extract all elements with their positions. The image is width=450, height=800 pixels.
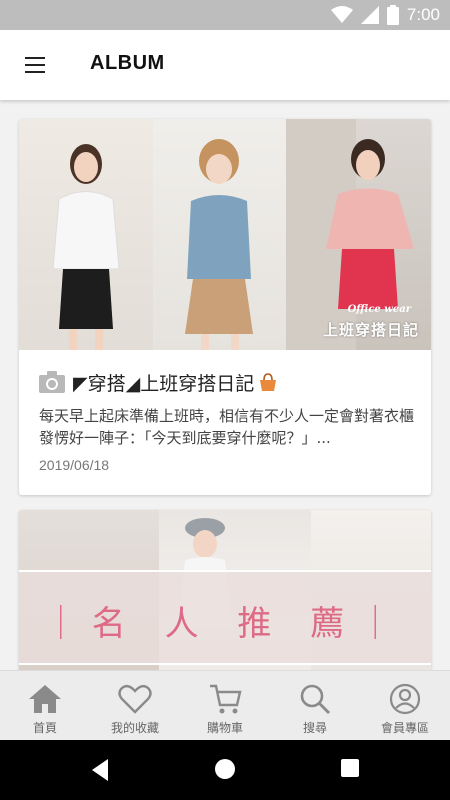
photo-panel-3: Office wear 上班穿搭日記 (286, 119, 431, 350)
hamburger-menu-icon[interactable] (18, 50, 52, 80)
album-card[interactable]: ｜名 人 推 薦｜ (19, 510, 431, 670)
photo-panel-2 (153, 119, 286, 350)
bottom-nav: 首頁 我的收藏 購物車 搜尋 會員專區 (0, 670, 450, 740)
nav-label: 會員專區 (380, 721, 429, 735)
status-icons: 7:00 (330, 4, 440, 26)
signal-icon (360, 6, 379, 24)
handbag-icon (260, 373, 277, 391)
status-time: 7:00 (406, 5, 440, 24)
nav-account[interactable]: 會員專區 (360, 671, 450, 740)
account-icon (389, 683, 421, 715)
card-title-row[interactable]: ◤穿搭◢上班穿搭日記 (39, 369, 419, 395)
album-cover-image[interactable]: Office wear 上班穿搭日記 (19, 119, 431, 350)
overlay-text: ｜名 人 推 薦｜ (43, 604, 407, 644)
album-list[interactable]: Office wear 上班穿搭日記 ◤穿搭◢上班穿搭日記 每天早上起床準備上班… (0, 100, 450, 670)
recents-icon[interactable] (340, 758, 360, 778)
heart-icon (118, 684, 152, 714)
overlay-small-text: Office wear (347, 304, 411, 315)
nav-home[interactable]: 首頁 (0, 671, 90, 740)
home-icon (29, 685, 61, 713)
battery-icon (386, 5, 399, 25)
nav-favorites[interactable]: 我的收藏 (90, 671, 180, 740)
card-title: ◤穿搭◢上班穿搭日記 (73, 372, 255, 395)
nav-label: 搜尋 (302, 721, 327, 735)
app-bar: ALBUM (0, 30, 450, 100)
camera-icon (39, 371, 65, 393)
app-screen: 7:00 ALBUM Office wear 上班穿搭日記 ◤穿搭◢上班穿搭日記… (0, 0, 450, 800)
card-date: 2019/06/18 (39, 457, 110, 473)
home-button-icon[interactable] (214, 758, 236, 780)
nav-cart[interactable]: 購物車 (180, 671, 270, 740)
nav-search[interactable]: 搜尋 (270, 671, 360, 740)
back-icon[interactable] (90, 758, 110, 782)
page-title: ALBUM (90, 52, 165, 74)
album-cover-image[interactable]: ｜名 人 推 薦｜ (19, 510, 431, 670)
wifi-icon (330, 6, 353, 23)
nav-label: 首頁 (32, 721, 57, 735)
cart-icon (210, 684, 242, 714)
status-bar: 7:00 (0, 0, 450, 30)
photo-panel-1 (19, 119, 153, 350)
nav-label: 購物車 (206, 721, 243, 735)
album-card[interactable]: Office wear 上班穿搭日記 ◤穿搭◢上班穿搭日記 每天早上起床準備上班… (19, 119, 431, 495)
card-excerpt: 每天早上起床準備上班時，相信有不少人一定會對著衣櫃發愣好一陣子：「今天到底要穿什… (39, 407, 414, 447)
overlay-text: 上班穿搭日記 (322, 321, 419, 339)
system-nav-bar (0, 740, 450, 800)
nav-label: 我的收藏 (110, 721, 159, 735)
search-icon (300, 684, 330, 714)
